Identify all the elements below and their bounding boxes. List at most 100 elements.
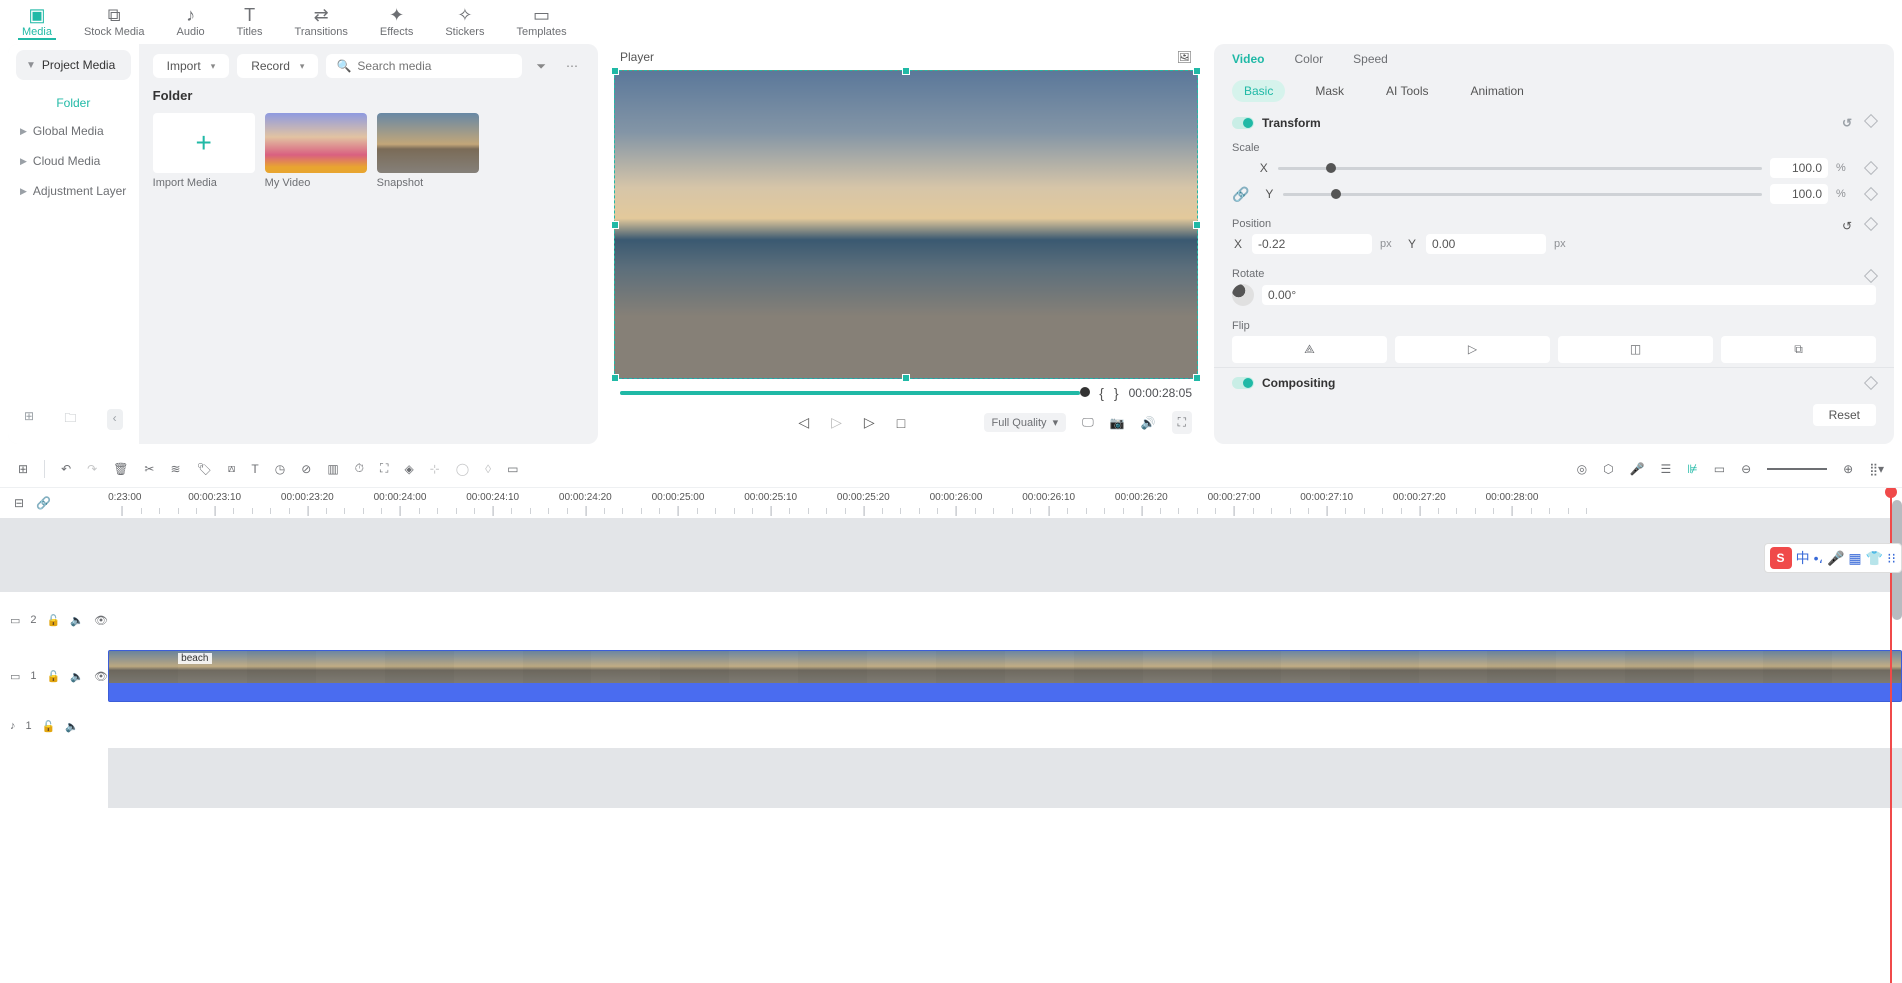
label-icon[interactable]: ◈ bbox=[404, 462, 413, 476]
fullscreen-icon[interactable]: ⛶ bbox=[1172, 411, 1192, 434]
inspector-subtab-mask[interactable]: Mask bbox=[1303, 80, 1356, 102]
keyframe-icon[interactable] bbox=[1864, 269, 1878, 283]
inspector-tab-video[interactable]: Video bbox=[1232, 52, 1264, 66]
mute-icon[interactable]: 🔈 bbox=[70, 670, 84, 683]
sidebar-global-media[interactable]: ▶Global Media bbox=[16, 116, 131, 146]
zoom-slider[interactable] bbox=[1767, 468, 1827, 470]
delete-icon[interactable]: 🗑 bbox=[113, 462, 128, 476]
lock-icon[interactable]: 🔓 bbox=[47, 614, 61, 627]
shield-icon[interactable]: ⬡ bbox=[1603, 462, 1613, 476]
magnet-icon[interactable]: ⊯ bbox=[1687, 462, 1697, 476]
ime-grid-icon[interactable]: ▦ bbox=[1848, 550, 1861, 567]
mic-icon[interactable]: 🎤 bbox=[1630, 462, 1645, 476]
ime-toolbar[interactable]: S 中 •، 🎤 ▦ 👕 ⁝⁝ bbox=[1764, 543, 1902, 573]
eye-icon[interactable]: 👁 bbox=[94, 670, 108, 683]
marker-icon[interactable]: ▭ bbox=[1714, 462, 1725, 476]
speed-icon[interactable]: ◷ bbox=[275, 462, 285, 476]
snapshot-card[interactable]: Snapshot bbox=[377, 113, 479, 189]
folder-add-icon[interactable]: 🗀 bbox=[64, 409, 76, 430]
rotate-wheel[interactable] bbox=[1232, 284, 1254, 306]
fit-icon[interactable]: ⛶ bbox=[380, 461, 388, 476]
resize-handle[interactable] bbox=[902, 67, 910, 75]
player-viewport[interactable] bbox=[614, 70, 1198, 379]
text-icon[interactable]: T bbox=[251, 462, 258, 476]
reset-icon[interactable]: ↺ bbox=[1842, 219, 1852, 233]
record-dropdown[interactable]: Record▾ bbox=[237, 54, 318, 78]
ime-shirt-icon[interactable]: 👕 bbox=[1866, 550, 1883, 567]
resize-handle[interactable] bbox=[1193, 374, 1201, 382]
tab-audio[interactable]: ♪Audio bbox=[173, 6, 209, 38]
keyframe-icon[interactable] bbox=[1864, 187, 1878, 201]
tool-icon[interactable]: ◊ bbox=[485, 462, 491, 476]
video-clip[interactable]: ▶ocean, sea, beach bbox=[108, 650, 1902, 702]
adjust-icon[interactable]: ▥ bbox=[327, 462, 338, 476]
transform-toggle[interactable] bbox=[1232, 117, 1254, 129]
sidebar-cloud-media[interactable]: ▶Cloud Media bbox=[16, 146, 131, 176]
collapse-sidebar-icon[interactable]: ‹ bbox=[107, 409, 123, 430]
inspector-subtab-animation[interactable]: Animation bbox=[1458, 80, 1535, 102]
track-head-audio1[interactable]: ♪1 🔓 🔈 bbox=[0, 704, 108, 748]
flip-vertical-button[interactable]: ▷ bbox=[1395, 336, 1550, 363]
tracks-area[interactable]: 00:23:0000:00:23:1000:00:23:2000:00:24:0… bbox=[108, 488, 1902, 983]
resize-handle[interactable] bbox=[611, 374, 619, 382]
scale-x-input[interactable]: 100.0 bbox=[1770, 158, 1828, 178]
mark-out-button[interactable]: } bbox=[1114, 385, 1119, 401]
scale-y-input[interactable]: 100.0 bbox=[1770, 184, 1828, 204]
pos-x-input[interactable]: -0.22 bbox=[1252, 234, 1372, 254]
tab-stock-media[interactable]: ⧉Stock Media bbox=[80, 6, 149, 38]
resize-handle[interactable] bbox=[611, 221, 619, 229]
display-icon[interactable]: 🖵 bbox=[1082, 415, 1094, 430]
my-video-card[interactable]: My Video bbox=[265, 113, 367, 189]
inspector-tab-color[interactable]: Color bbox=[1294, 52, 1323, 66]
seek-knob[interactable] bbox=[1080, 387, 1090, 397]
split-icon[interactable]: ≋ bbox=[170, 462, 180, 476]
link-icon[interactable]: ⊘ bbox=[301, 462, 311, 476]
resize-handle[interactable] bbox=[902, 374, 910, 382]
camera-icon[interactable]: 📷 bbox=[1110, 416, 1125, 430]
search-input[interactable] bbox=[357, 59, 512, 73]
lock-icon[interactable]: 🔓 bbox=[42, 720, 56, 733]
keyframe-icon[interactable] bbox=[1864, 114, 1878, 128]
ime-expand-icon[interactable]: ⁝⁝ bbox=[1887, 550, 1896, 567]
grid-icon[interactable]: ⊞ bbox=[18, 462, 28, 476]
stop-button[interactable]: □ bbox=[897, 415, 905, 431]
mute-icon[interactable]: 🔈 bbox=[65, 720, 79, 733]
redo-icon[interactable]: ↷ bbox=[87, 462, 97, 476]
cut-icon[interactable]: ✂ bbox=[144, 462, 154, 476]
track-collapse-icon[interactable]: ⊟ bbox=[14, 496, 24, 510]
track-head-video2[interactable]: ▭2 🔓 🔈 👁 bbox=[0, 592, 108, 648]
tool-icon[interactable]: ⊹ bbox=[430, 462, 440, 476]
play-backward-button[interactable]: ▷ bbox=[831, 414, 842, 431]
ime-punct-icon[interactable]: •، bbox=[1814, 550, 1823, 567]
pos-y-input[interactable]: 0.00 bbox=[1426, 234, 1546, 254]
tab-stickers[interactable]: ✧Stickers bbox=[441, 6, 488, 38]
resize-handle[interactable] bbox=[1193, 67, 1201, 75]
keyframe-icon[interactable] bbox=[1864, 376, 1878, 390]
tool-icon[interactable]: ◯ bbox=[456, 462, 469, 476]
inspector-subtab-basic[interactable]: Basic bbox=[1232, 80, 1285, 102]
tab-transitions[interactable]: ⇄Transitions bbox=[291, 6, 352, 38]
inspector-subtab-aitools[interactable]: AI Tools bbox=[1374, 80, 1440, 102]
more-icon[interactable]: ⋯ bbox=[560, 55, 584, 77]
quality-dropdown[interactable]: Full Quality▾ bbox=[984, 413, 1067, 432]
keyframe-icon[interactable] bbox=[1864, 161, 1878, 175]
reset-button[interactable]: Reset bbox=[1813, 404, 1876, 426]
undo-icon[interactable]: ↶ bbox=[61, 462, 71, 476]
tab-templates[interactable]: ▭Templates bbox=[512, 6, 570, 38]
bin-view-icon[interactable]: ⊞ bbox=[24, 409, 34, 430]
seek-bar[interactable] bbox=[620, 391, 1089, 395]
ime-lang-icon[interactable]: 中 bbox=[1796, 548, 1810, 568]
ime-mic-icon[interactable]: 🎤 bbox=[1827, 550, 1844, 567]
prev-frame-button[interactable]: ◁ bbox=[798, 414, 809, 431]
tab-media[interactable]: ▣Media bbox=[18, 6, 56, 40]
flip-horizontal-button[interactable]: ⟁ bbox=[1232, 336, 1387, 363]
timer-icon[interactable]: ⏱ bbox=[355, 461, 364, 476]
reset-icon[interactable]: ↺ bbox=[1842, 116, 1852, 130]
inspector-tab-speed[interactable]: Speed bbox=[1353, 52, 1388, 66]
eye-icon[interactable]: 👁 bbox=[94, 614, 108, 627]
time-ruler[interactable]: 00:23:0000:00:23:1000:00:23:2000:00:24:0… bbox=[108, 488, 1902, 518]
mute-icon[interactable]: 🔈 bbox=[70, 614, 84, 627]
sidebar-folder[interactable]: Folder bbox=[16, 90, 131, 116]
import-media-card[interactable]: + Import Media bbox=[153, 113, 255, 189]
import-dropdown[interactable]: Import▾ bbox=[153, 54, 230, 78]
